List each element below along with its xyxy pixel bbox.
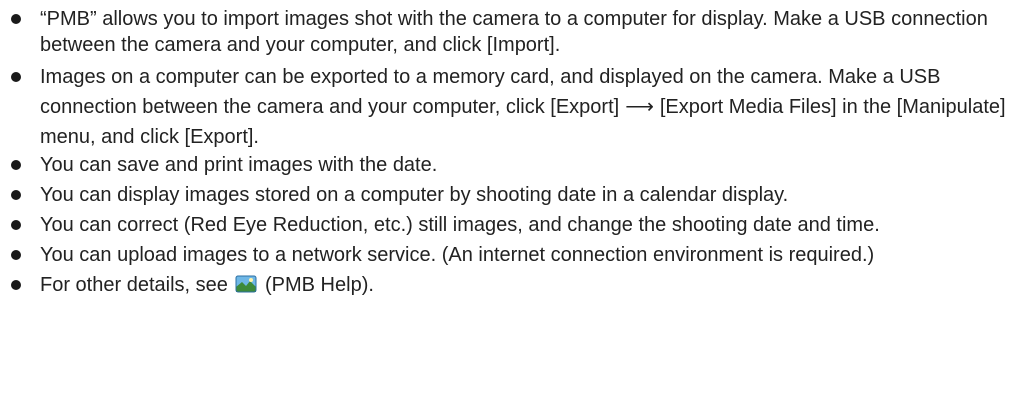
list-item-text: “PMB” allows you to import images shot w… <box>40 8 988 56</box>
bullet-icon <box>11 220 21 230</box>
list-item-export: Images on a computer can be exported to … <box>0 62 1036 152</box>
list-item-calendar: You can display images stored on a compu… <box>0 182 1036 208</box>
arrow-right-icon: ⟶ <box>625 96 654 118</box>
list-item-text: You can save and print images with the d… <box>40 154 438 176</box>
list-item-text: You can correct (Red Eye Reduction, etc.… <box>40 214 880 236</box>
bullet-icon <box>11 72 21 82</box>
list-item-help: For other details, see (PMB Help). <box>0 272 1036 298</box>
list-item-text: For other details, see <box>40 274 228 296</box>
list-item-import: “PMB” allows you to import images shot w… <box>0 6 1036 58</box>
bullet-icon <box>11 14 21 24</box>
list-item-text-continued: (PMB Help). <box>265 274 374 296</box>
bullet-icon <box>11 250 21 260</box>
bullet-icon <box>11 280 21 290</box>
bullet-icon <box>11 160 21 170</box>
list-item-upload: You can upload images to a network servi… <box>0 242 1036 268</box>
list-item-correct: You can correct (Red Eye Reduction, etc.… <box>0 212 1036 238</box>
list-item-text: You can upload images to a network servi… <box>40 244 875 266</box>
list-item-date: You can save and print images with the d… <box>0 152 1036 178</box>
list-item-text: You can display images stored on a compu… <box>40 184 789 206</box>
pmb-help-icon <box>235 275 257 293</box>
bullet-icon <box>11 190 21 200</box>
feature-list: “PMB” allows you to import images shot w… <box>0 0 1036 298</box>
